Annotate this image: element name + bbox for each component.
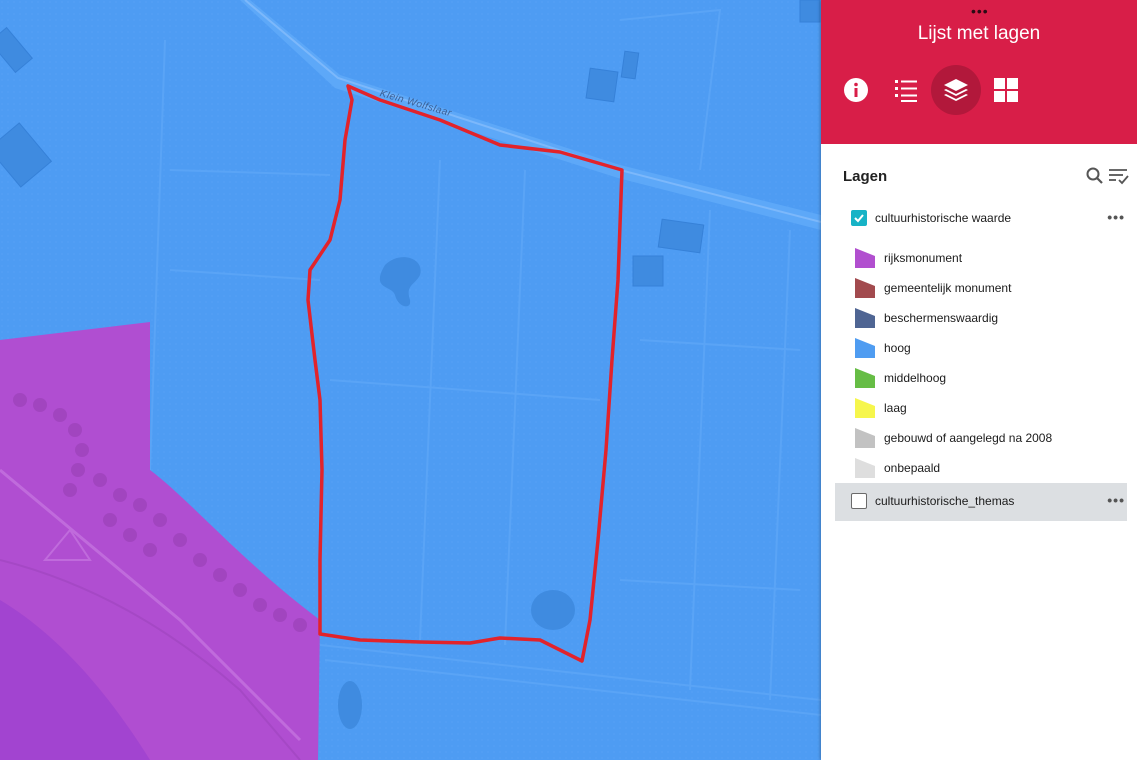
layer-search-button[interactable]: [1085, 166, 1105, 186]
layer-row-cultuurhistorische-themas[interactable]: cultuurhistorische_themas •••: [835, 483, 1127, 521]
legend-label: gemeentelijk monument: [884, 281, 1012, 295]
check-icon: [854, 214, 864, 223]
map-canvas: [0, 0, 821, 760]
layer-more-button[interactable]: •••: [1107, 492, 1125, 508]
legend-label: gebouwd of aangelegd na 2008: [884, 431, 1053, 445]
legend-label: laag: [884, 401, 907, 415]
swatch-onbepaald: [855, 458, 875, 478]
swatch-rijksmonument: [855, 248, 875, 268]
drag-handle[interactable]: •••: [971, 4, 989, 18]
legend-item: laag: [855, 396, 1105, 420]
grid-icon: [994, 78, 1018, 102]
info-icon: [844, 78, 868, 102]
legend-label: onbepaald: [884, 461, 941, 475]
legend-label: middelhoog: [884, 371, 947, 385]
panel-header: ••• Lijst met lagen: [821, 0, 1137, 144]
swatch-middelhoog: [855, 368, 875, 388]
legend-item: gebouwd of aangelegd na 2008: [855, 426, 1105, 450]
legend-button[interactable]: [881, 65, 931, 115]
info-button[interactable]: [831, 65, 881, 115]
swatch-gebouwd-na-2008: [855, 428, 875, 448]
layer-row-cultuurhistorische-waarde[interactable]: cultuurhistorische waarde •••: [835, 200, 1127, 238]
swatch-hoog: [855, 338, 875, 358]
pond-south: [531, 590, 575, 630]
swatch-gemeentelijk-monument: [855, 278, 875, 298]
basemap-button[interactable]: [981, 65, 1031, 115]
layer-label: cultuurhistorische_themas: [875, 494, 1015, 508]
map-view[interactable]: Klein Wolfslaar: [0, 0, 821, 760]
legend-item: gemeentelijk monument: [855, 276, 1105, 300]
legend-item: rijksmonument: [855, 246, 1105, 270]
panel-title: Lijst met lagen: [917, 23, 1041, 44]
legend-item: beschermenswaardig: [855, 306, 1105, 330]
legend-item: hoog: [855, 336, 1105, 360]
legend-label: hoog: [884, 341, 911, 355]
layer-filter-button[interactable]: [1107, 166, 1129, 186]
layers-button[interactable]: [931, 65, 981, 115]
legend-item: middelhoog: [855, 366, 1105, 390]
list-icon: [895, 80, 917, 102]
layer-panel: ••• Lijst met lagen Lagen cultuurhistori…: [821, 0, 1137, 760]
swatch-laag: [855, 398, 875, 418]
layer-checkbox[interactable]: [851, 210, 867, 226]
filter-icon: [1109, 169, 1129, 185]
layers-heading: Lagen: [843, 168, 888, 185]
ditch-pond: [338, 681, 362, 729]
layer-more-button[interactable]: •••: [1107, 209, 1125, 225]
legend-label: beschermenswaardig: [884, 311, 999, 325]
layers-icon: [944, 79, 968, 101]
legend-label: rijksmonument: [884, 251, 963, 265]
search-icon: [1086, 167, 1103, 184]
legend-item: onbepaald: [855, 456, 1105, 480]
layer-checkbox[interactable]: [851, 493, 867, 509]
layer-label: cultuurhistorische waarde: [875, 211, 1012, 225]
swatch-beschermenswaardig: [855, 308, 875, 328]
